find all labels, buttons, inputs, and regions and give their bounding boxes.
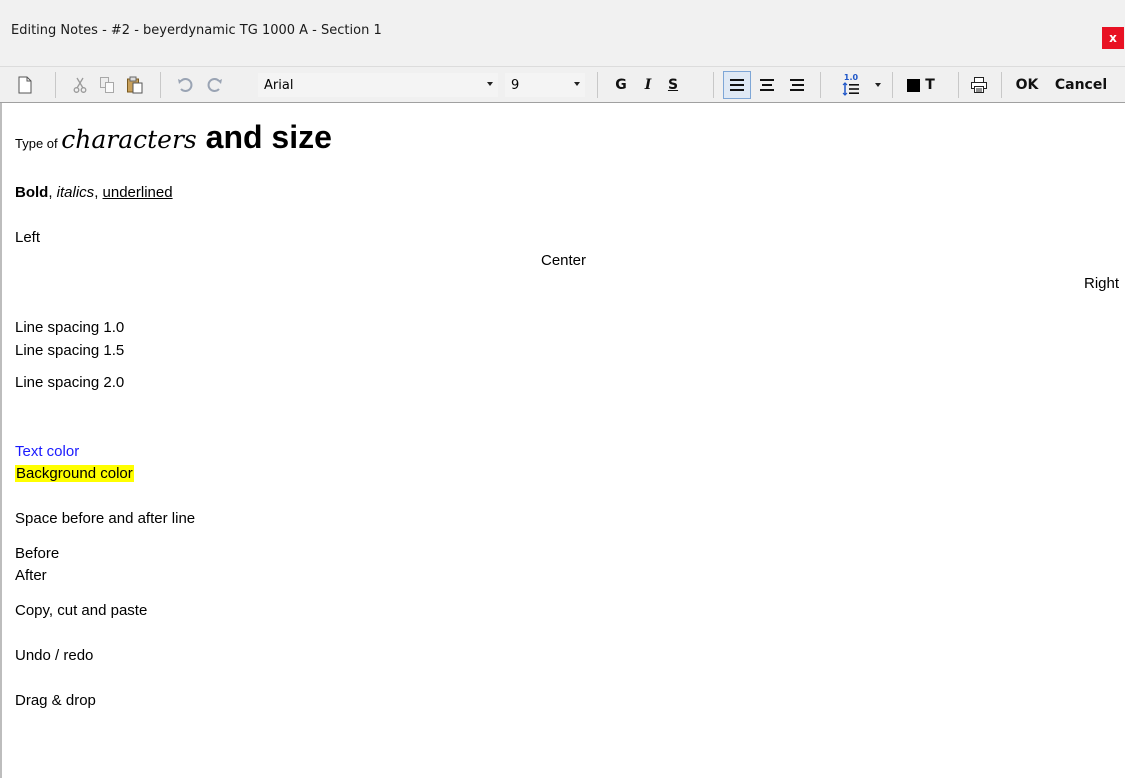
undo-button[interactable] bbox=[173, 71, 197, 99]
text-spacing-15: Line spacing 1.5 bbox=[15, 342, 125, 359]
text-before: Before bbox=[15, 545, 60, 562]
toolbar-separator bbox=[160, 72, 161, 98]
font-name-value: Arial bbox=[264, 77, 294, 93]
align-center-button[interactable] bbox=[753, 71, 781, 99]
close-button[interactable]: x bbox=[1102, 27, 1124, 49]
title-bar: Editing Notes - #2 - beyerdynamic TG 100… bbox=[0, 0, 1125, 66]
redo-icon bbox=[207, 78, 222, 92]
line-spacing-icon bbox=[842, 82, 859, 96]
text-characters: characters bbox=[61, 125, 197, 154]
redo-button[interactable] bbox=[203, 71, 227, 99]
chevron-down-icon bbox=[574, 82, 580, 86]
text-drag-drop: Drag & drop bbox=[15, 692, 96, 709]
ok-button[interactable]: OK bbox=[1012, 71, 1042, 99]
underline-button[interactable]: S bbox=[662, 71, 684, 99]
background-color-sample: Background color bbox=[15, 465, 134, 482]
window-title: Editing Notes - #2 - beyerdynamic TG 100… bbox=[11, 23, 382, 38]
line-spacing-dropdown[interactable] bbox=[871, 71, 885, 99]
text-underlined: underlined bbox=[102, 184, 173, 201]
text-separator: , bbox=[94, 184, 103, 201]
print-icon bbox=[971, 77, 987, 93]
italic-button[interactable]: I bbox=[637, 71, 659, 99]
bold-button[interactable]: G bbox=[610, 71, 632, 99]
line-spacing-badge: 1.0 bbox=[843, 73, 859, 82]
cut-icon bbox=[73, 77, 87, 93]
toolbar-separator bbox=[1001, 72, 1002, 98]
heading-line: Type of characters and size bbox=[15, 117, 332, 164]
text-right: Right bbox=[1084, 275, 1120, 292]
text-color-sample: Text color bbox=[15, 443, 80, 460]
text-type-of: Type of bbox=[15, 136, 62, 151]
font-size-select[interactable]: 9 bbox=[505, 73, 585, 97]
text-spacing-10: Line spacing 1.0 bbox=[15, 319, 125, 336]
new-document-icon bbox=[18, 76, 32, 94]
toolbar-separator bbox=[958, 72, 959, 98]
font-name-select[interactable]: Arial bbox=[258, 73, 498, 97]
align-center-icon bbox=[760, 79, 774, 91]
text-copy-cut-paste: Copy, cut and paste bbox=[15, 602, 148, 619]
paste-button[interactable] bbox=[122, 71, 148, 99]
text-bold: Bold bbox=[15, 184, 49, 201]
color-label: T bbox=[925, 77, 935, 93]
chevron-down-icon bbox=[487, 82, 493, 86]
note-editor[interactable]: Type of characters and size Bold, italic… bbox=[0, 103, 1125, 778]
chevron-down-icon bbox=[875, 83, 881, 87]
text-space-before-after: Space before and after line bbox=[15, 510, 196, 527]
text-separator: , bbox=[48, 184, 57, 201]
text-color-icon bbox=[907, 78, 921, 92]
copy-button[interactable] bbox=[95, 71, 119, 99]
toolbar-separator bbox=[713, 72, 714, 98]
print-button[interactable] bbox=[966, 71, 992, 99]
copy-icon bbox=[100, 77, 114, 93]
toolbar-separator bbox=[820, 72, 821, 98]
cut-button[interactable] bbox=[68, 71, 92, 99]
line-spacing-button[interactable]: 1.0 bbox=[838, 71, 864, 99]
text-and-size: and size bbox=[196, 119, 332, 155]
align-left-button[interactable] bbox=[723, 71, 751, 99]
text-left: Left bbox=[15, 229, 41, 246]
align-right-icon bbox=[790, 79, 804, 91]
toolbar: Arial 9 G I S 1.0 T OK Cancel bbox=[0, 66, 1125, 103]
align-right-button[interactable] bbox=[783, 71, 811, 99]
style-line: Bold, italics, underlined bbox=[15, 184, 173, 201]
font-size-value: 9 bbox=[511, 77, 520, 93]
toolbar-separator bbox=[892, 72, 893, 98]
text-undo-redo: Undo / redo bbox=[15, 647, 94, 664]
new-document-button[interactable] bbox=[13, 71, 37, 99]
color-button[interactable]: T bbox=[899, 71, 943, 99]
undo-icon bbox=[178, 78, 193, 92]
toolbar-separator bbox=[55, 72, 56, 98]
cancel-button[interactable]: Cancel bbox=[1049, 71, 1113, 99]
text-after: After bbox=[15, 567, 47, 584]
text-italics: italics bbox=[56, 184, 95, 201]
align-left-icon bbox=[730, 79, 744, 91]
paste-icon bbox=[127, 76, 143, 94]
text-spacing-20: Line spacing 2.0 bbox=[15, 374, 125, 391]
toolbar-separator bbox=[597, 72, 598, 98]
text-center: Center bbox=[541, 252, 587, 269]
